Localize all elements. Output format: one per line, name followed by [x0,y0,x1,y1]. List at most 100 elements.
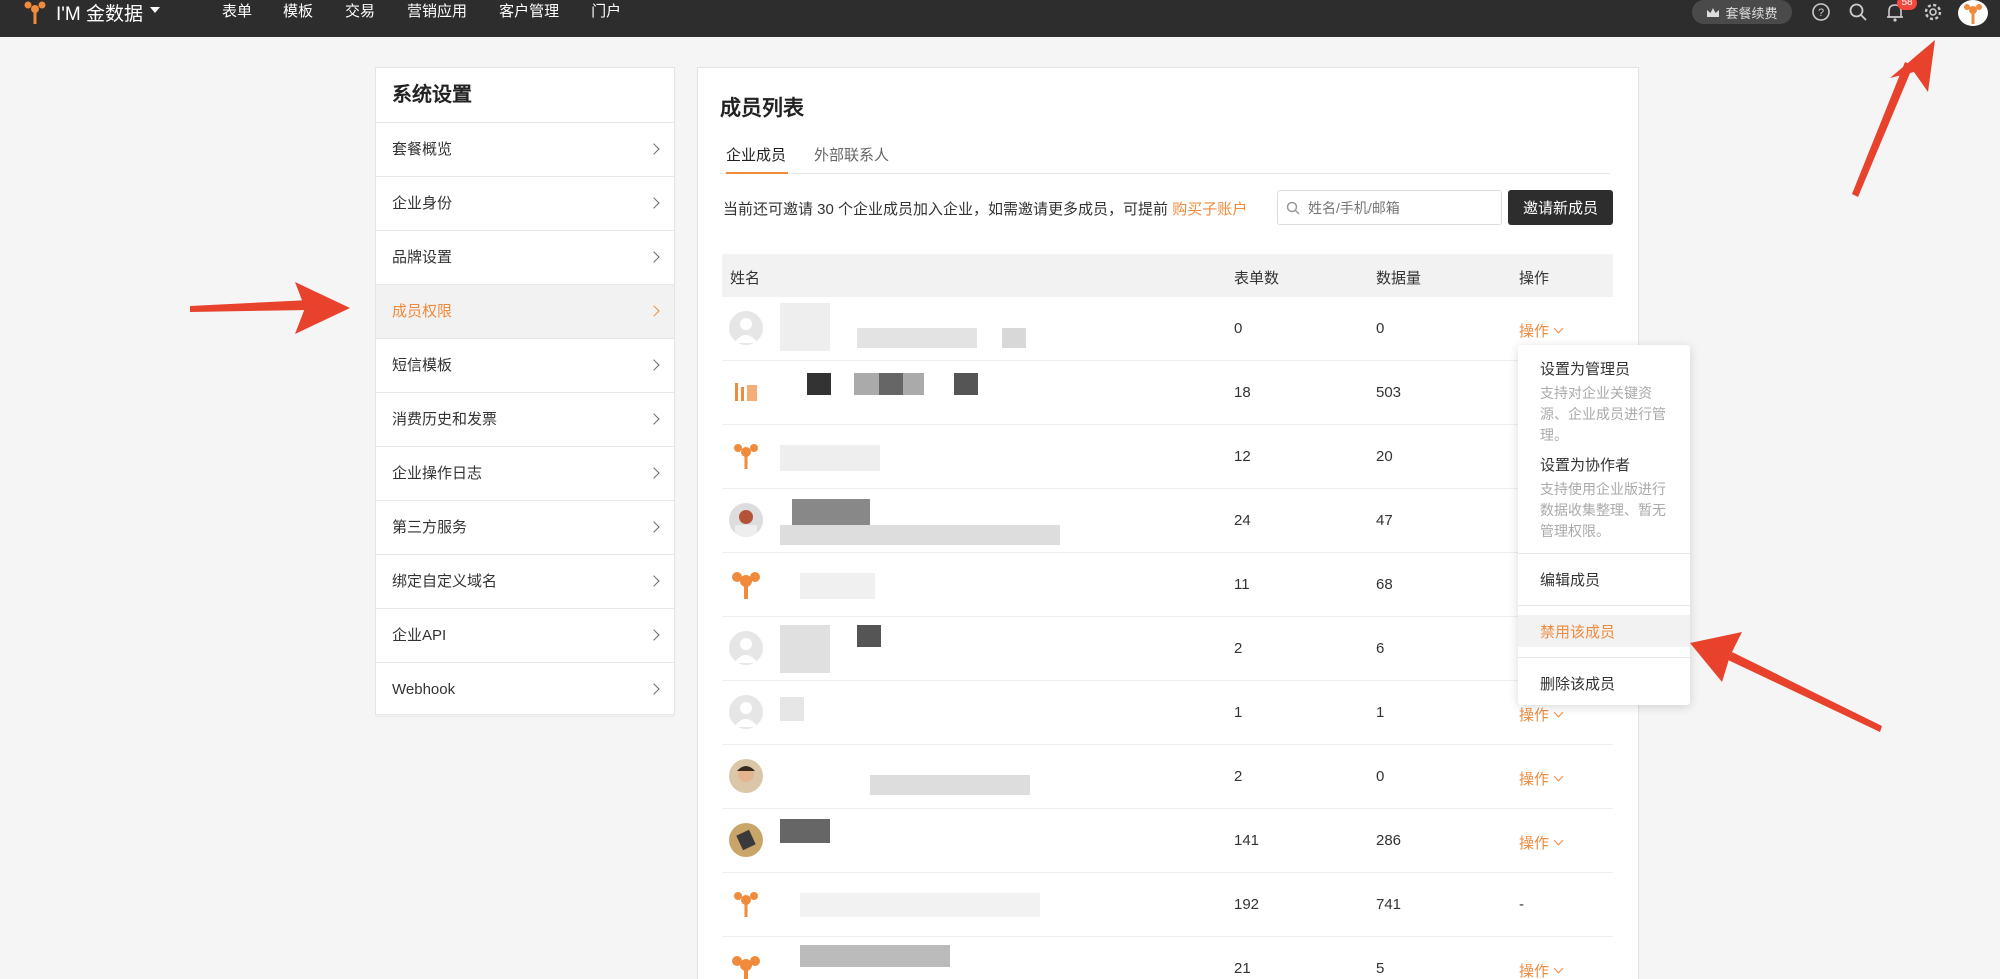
gear-icon[interactable] [1922,1,1944,23]
forms-count: 0 [1234,320,1243,337]
blurred-name [780,625,830,673]
sidebar-item-sms-templates[interactable]: 短信模板 [376,339,674,393]
set-collaborator-option[interactable]: 设置为协作者 [1540,454,1630,475]
avatar [729,695,763,729]
table-row: 192 741 - [722,873,1613,937]
chevron-right-icon [648,251,660,263]
invite-member-button[interactable]: 邀请新成员 [1508,190,1613,225]
invite-quota-message: 当前还可邀请 30 个企业成员加入企业，如需邀请更多成员，可提前 [723,201,1169,218]
invite-quota-text: 当前还可邀请 30 个企业成员加入企业，如需邀请更多成员，可提前 购买子账户 [723,198,1247,219]
user-avatar[interactable] [1958,0,1988,26]
menu-divider [1518,657,1690,658]
table-row: 12 20 [722,425,1613,489]
chevron-right-icon [648,629,660,641]
column-header-operations: 操作 [1519,270,1550,287]
brand-logo-icon [735,383,757,401]
sidebar-item-custom-domain[interactable]: 绑定自定义域名 [376,555,674,609]
member-search-box[interactable] [1277,190,1502,225]
data-count: 6 [1376,640,1385,657]
operations-label: 操作 [1519,323,1550,340]
renew-plan-button[interactable]: 套餐续费 [1692,0,1792,24]
table-row: 141 286 操作 [722,809,1613,873]
data-count: 1 [1376,704,1385,721]
blurred-name [870,775,1030,795]
operations-label: 操作 [1519,771,1550,788]
chevron-down-icon [1553,771,1564,782]
chevron-down-icon [1553,707,1564,718]
row-operations-dropdown[interactable]: 操作 [1519,704,1564,725]
chevron-right-icon [648,143,660,155]
chevron-right-icon [648,305,660,317]
nav-forms[interactable]: 表单 [222,0,252,24]
sidebar-item-member-permissions[interactable]: 成员权限 [376,285,674,339]
page-title: 成员列表 [720,97,804,120]
workspace-dropdown-icon[interactable] [150,7,160,13]
sidebar-item-operation-log[interactable]: 企业操作日志 [376,447,674,501]
blurred-name [800,893,1040,917]
buy-subaccount-link[interactable]: 购买子账户 [1172,201,1247,218]
sidebar-item-label: 短信模板 [392,357,453,374]
avatar [729,439,763,473]
nav-templates[interactable]: 模板 [283,0,313,24]
blurred-name [800,573,875,599]
sidebar-item-label: 成员权限 [392,303,453,320]
logo-text: I'M 金数据 [56,3,144,25]
sidebar-item-billing-history[interactable]: 消费历史和发票 [376,393,674,447]
active-tab-indicator [726,172,788,174]
blurred-name [792,499,870,525]
user-photo [736,829,756,851]
chevron-right-icon [648,467,660,479]
nav-portal[interactable]: 门户 [591,0,621,24]
tab-enterprise-members[interactable]: 企业成员 [726,144,786,165]
chevron-down-icon [1553,963,1564,974]
blurred-name [857,625,881,647]
blurred-name [857,328,977,348]
forms-count: 24 [1234,512,1251,529]
chevron-right-icon [648,413,660,425]
search-icon[interactable] [1847,1,1869,23]
nav-customers[interactable]: 客户管理 [499,0,559,24]
chevron-right-icon [648,683,660,695]
table-row: 1 1 操作 [722,681,1613,745]
user-photo [735,510,757,537]
sidebar-item-third-party[interactable]: 第三方服务 [376,501,674,555]
default-user-icon [734,702,758,727]
help-icon[interactable]: ? [1810,1,1832,23]
row-operations-dropdown[interactable]: 操作 [1519,960,1564,979]
table-row: 2 6 [722,617,1613,681]
notification-badge: 58 [1897,0,1917,10]
sidebar-item-enterprise-identity[interactable]: 企业身份 [376,177,674,231]
sidebar-item-label: 套餐概览 [392,141,453,158]
avatar [729,759,763,793]
set-admin-option[interactable]: 设置为管理员 [1540,358,1630,379]
nav-transactions[interactable]: 交易 [345,0,375,24]
logo-icon [24,1,46,24]
sidebar-item-webhook[interactable]: Webhook [376,663,674,717]
sidebar-item-enterprise-api[interactable]: 企业API [376,609,674,663]
sidebar-item-plan-overview[interactable]: 套餐概览 [376,123,674,177]
chevron-right-icon [648,197,660,209]
forms-count: 18 [1234,384,1251,401]
nav-marketing[interactable]: 营销应用 [407,0,467,24]
row-operations-dropdown[interactable]: 操作 [1519,768,1564,789]
app-logo[interactable]: I'M 金数据 [20,0,144,25]
edit-member-option[interactable]: 编辑成员 [1540,569,1600,590]
member-list-panel: 成员列表 企业成员 外部联系人 当前还可邀请 30 个企业成员加入企业，如需邀请… [697,67,1639,979]
search-input[interactable] [1308,199,1488,216]
arrow-to-member-permissions [190,282,350,334]
table-row: 2 0 操作 [722,745,1613,809]
row-operations-dropdown[interactable]: 操作 [1519,832,1564,853]
sidebar-item-brand-settings[interactable]: 品牌设置 [376,231,674,285]
chevron-down-icon [1553,835,1564,846]
data-count: 741 [1376,896,1402,913]
forms-count: 2 [1234,640,1243,657]
tab-external-contacts[interactable]: 外部联系人 [814,144,889,165]
set-collaborator-description: 支持使用企业版进行数据收集整理、暂无管理权限。 [1540,481,1666,539]
data-count: 5 [1376,960,1385,977]
delete-member-option[interactable]: 删除该成员 [1540,673,1615,694]
member-tabs: 企业成员 外部联系人 [720,144,1610,174]
blurred-name [879,373,903,395]
avatar [729,311,763,345]
disable-member-option[interactable]: 禁用该成员 [1540,621,1615,642]
row-operations-dropdown[interactable]: 操作 [1519,320,1564,341]
